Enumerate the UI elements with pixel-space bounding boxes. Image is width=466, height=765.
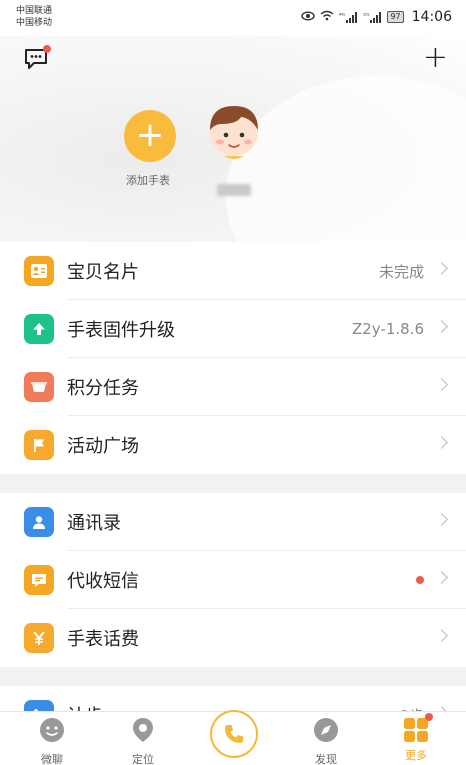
carrier-1: 中国联通 — [16, 6, 53, 16]
tab-label: 微聊 — [41, 753, 63, 765]
tab-discover[interactable]: 发现 — [296, 717, 356, 765]
carrier-2: 中国移动 — [16, 18, 53, 28]
chevron-right-icon — [435, 571, 448, 584]
tab-chat[interactable]: 微聊 — [22, 717, 82, 765]
signal-icon-1: ⁴ᴳ — [339, 11, 358, 23]
menu-item-label: 宝贝名片 — [67, 262, 139, 283]
yen-icon — [24, 623, 54, 653]
status-time: 14:06 — [411, 9, 452, 25]
menu-item-value: Z2y-1.8.6 — [351, 320, 424, 338]
child-profile[interactable] — [207, 102, 261, 196]
add-watch-button[interactable]: + 添加手表 — [122, 110, 178, 188]
menu-item-label: 积分任务 — [67, 378, 139, 399]
menu-item-label: 代收短信 — [67, 571, 139, 592]
contacts-icon — [24, 507, 54, 537]
location-pin-icon — [133, 718, 153, 742]
tab-label: 更多 — [405, 749, 427, 762]
message-button[interactable] — [24, 45, 51, 70]
unread-dot — [416, 576, 424, 584]
wifi-icon — [320, 10, 334, 24]
menu-item-value: 未完成 — [378, 262, 424, 281]
menu-item-baby-card[interactable]: 宝贝名片 未完成 — [0, 242, 466, 300]
tab-more[interactable]: 更多 — [386, 713, 446, 763]
section-divider — [0, 474, 466, 493]
menu-item-points-task[interactable]: 积分任务 — [0, 358, 466, 416]
status-bar: 中国联通 中国移动 ⁴ᴳ ²ᴳ 97 14:06 — [0, 0, 466, 36]
chat-face-icon — [40, 718, 64, 742]
child-name-blurred — [217, 184, 251, 196]
flag-icon — [24, 430, 54, 460]
notification-dot — [425, 713, 433, 721]
menu-item-label: 活动广场 — [67, 436, 139, 457]
plus-icon: + — [124, 110, 176, 162]
section-divider — [0, 667, 466, 686]
menu-item-label: 手表话费 — [67, 629, 139, 650]
add-watch-label: 添加手表 — [126, 174, 170, 187]
chevron-right-icon — [435, 262, 448, 275]
call-button[interactable] — [210, 710, 258, 758]
menu-item-label: 手表固件升级 — [67, 320, 175, 341]
more-grid-icon — [404, 718, 428, 742]
child-avatar — [210, 106, 258, 159]
profile-card-icon — [24, 256, 54, 286]
menu-item-firmware-upgrade[interactable]: 手表固件升级 Z2y-1.8.6 — [0, 300, 466, 358]
compass-icon — [314, 718, 338, 742]
menu-item-contacts[interactable]: 通讯录 — [0, 493, 466, 551]
menu-item-activity-plaza[interactable]: 活动广场 — [0, 416, 466, 474]
menu-list: 宝贝名片 未完成 手表固件升级 Z2y-1.8.6 积分任务 活动广场 通讯录 — [0, 242, 466, 744]
signal-icon-2: ²ᴳ — [363, 11, 382, 23]
add-button[interactable]: + — [423, 43, 448, 73]
tab-label: 定位 — [132, 753, 154, 765]
bottom-tab-bar: 微聊 定位 发现 更多 — [0, 710, 466, 765]
chevron-right-icon — [435, 436, 448, 449]
header-area: + + 添加手表 — [0, 36, 466, 316]
phone-icon — [225, 725, 243, 743]
chevron-right-icon — [435, 378, 448, 391]
eye-icon — [301, 11, 315, 24]
tab-location[interactable]: 定位 — [113, 717, 173, 765]
menu-item-watch-phone-bill[interactable]: 手表话费 — [0, 609, 466, 667]
chevron-right-icon — [435, 320, 448, 333]
tab-label: 发现 — [315, 753, 337, 765]
sms-icon — [24, 565, 54, 595]
notification-dot — [43, 45, 51, 53]
chevron-right-icon — [435, 513, 448, 526]
points-task-icon — [24, 372, 54, 402]
upgrade-arrow-icon — [24, 314, 54, 344]
menu-item-label: 通讯录 — [67, 513, 121, 534]
battery-indicator: 97 — [387, 11, 404, 23]
chevron-right-icon — [435, 629, 448, 642]
menu-item-sms-collect[interactable]: 代收短信 — [0, 551, 466, 609]
